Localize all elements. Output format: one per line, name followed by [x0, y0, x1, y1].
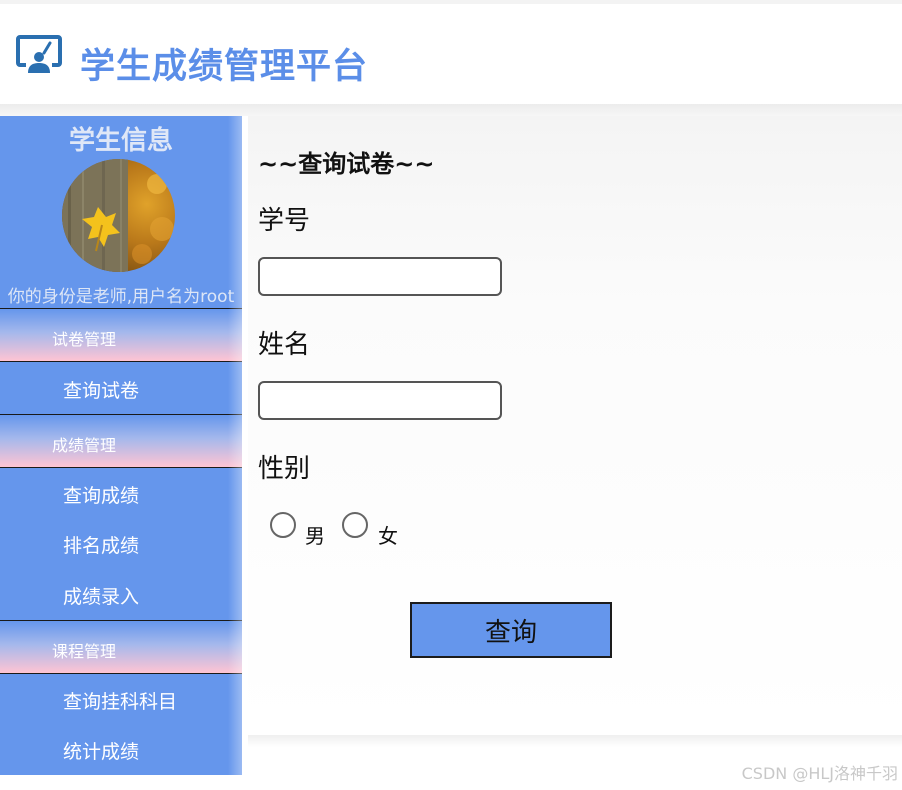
menu-group-exam[interactable]: 试卷管理 — [0, 308, 242, 362]
sidebar: 学生信息 你的身份是老师,用户名为root 试卷管理 查询试卷 成绩管理 查询成… — [0, 116, 242, 775]
site-title: 学生成绩管理平台 — [80, 47, 369, 87]
gender-male-radio[interactable] — [270, 512, 296, 538]
main-bottom-shadow — [248, 735, 902, 747]
student-id-input[interactable] — [258, 257, 502, 296]
menu-group-label: 课程管理 — [52, 642, 117, 661]
name-input[interactable] — [258, 381, 502, 420]
presentation-board-icon — [16, 35, 62, 73]
menu-item-failed-subjects[interactable]: 查询挂科科目 — [63, 687, 177, 714]
menu-group-grades[interactable]: 成绩管理 — [0, 414, 242, 468]
gender-female-label: 女 — [378, 524, 398, 548]
menu-group-label: 试卷管理 — [52, 330, 117, 349]
menu-item-query-exam[interactable]: 查询试卷 — [63, 376, 139, 403]
sidebar-title: 学生信息 — [68, 126, 173, 156]
menu-item-query-grades[interactable]: 查询成绩 — [63, 481, 139, 508]
gender-female-radio[interactable] — [342, 512, 368, 538]
query-button[interactable]: 查询 — [410, 602, 612, 658]
menu-item-enter-grades[interactable]: 成绩录入 — [63, 582, 139, 609]
student-id-label: 学号 — [258, 206, 311, 236]
menu-group-courses[interactable]: 课程管理 — [0, 620, 242, 674]
avatar — [62, 159, 175, 272]
gender-male-label: 男 — [305, 524, 325, 548]
gender-label: 性别 — [258, 454, 311, 484]
menu-group-label: 成绩管理 — [52, 436, 117, 455]
form-title: ~~查询试卷~~ — [258, 150, 435, 178]
main-panel: ~~查询试卷~~ 学号 姓名 性别 男 女 查询 — [248, 116, 902, 735]
menu-item-grade-stats[interactable]: 统计成绩 — [63, 737, 139, 764]
name-label: 姓名 — [258, 330, 311, 360]
watermark: CSDN @HLJ洛神千羽 — [741, 764, 898, 783]
header-shadow — [0, 104, 902, 116]
identity-text: 你的身份是老师,用户名为root — [7, 287, 235, 307]
header: 学生成绩管理平台 — [0, 4, 902, 104]
menu-item-rank-grades[interactable]: 排名成绩 — [63, 531, 139, 558]
